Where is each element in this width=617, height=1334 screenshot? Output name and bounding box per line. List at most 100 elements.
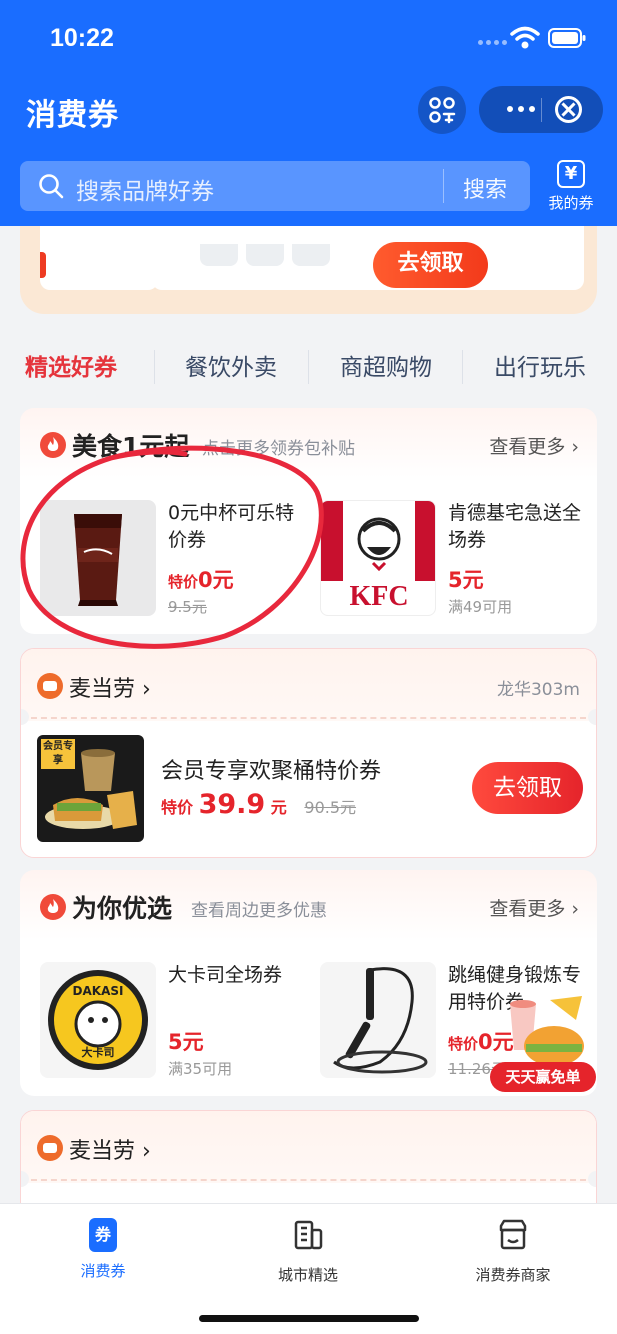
price-value: 0元 [198, 568, 234, 592]
burger-drink-icon [510, 996, 584, 1066]
cola-image [40, 500, 156, 616]
tab-shopping[interactable]: 商超购物 [340, 348, 432, 382]
price-prefix: 特价 [448, 1035, 479, 1053]
category-tabs: 精选好券 餐饮外卖 商超购物 出行玩乐 [0, 340, 617, 394]
dakasi-logo-subtext: 大卡司 [81, 1046, 115, 1059]
capsule-divider [541, 98, 542, 122]
tabbar-merchants[interactable]: 消费券商家 [433, 1212, 593, 1285]
perforation-divider [21, 1179, 596, 1181]
tabbar-label: 消费券商家 [475, 1266, 551, 1284]
deal-price: 特价 39.9 元 90.5元 [161, 789, 356, 820]
close-icon[interactable] [555, 96, 582, 123]
search-bar[interactable]: 搜索品牌好券 搜索 [20, 161, 530, 211]
deal-name: 会员专享欢聚桶特价券 [161, 759, 382, 784]
more-menu-button[interactable] [497, 94, 545, 124]
bottom-tab-bar: 券 消费券 城市精选 消费券商家 [0, 1203, 617, 1334]
notch [588, 709, 596, 725]
tab-divider [462, 350, 463, 384]
kfc-logo-text: KFC [349, 581, 409, 612]
store-name[interactable]: 麦当劳 › [69, 671, 151, 703]
dakasi-logo: DAKASI 大卡司 [40, 962, 156, 1078]
app-header: 10:22 消费券 搜索品牌好券 搜索 ¥ 我的券 [0, 0, 617, 226]
min-spend: 满35可用 [168, 1060, 233, 1078]
search-icon [39, 174, 64, 199]
price-unit: 元 [270, 798, 287, 817]
bucket-meal-image: 会员专享 [37, 735, 144, 842]
fire-icon [40, 432, 66, 458]
section-subtitle: 点击更多领券包补贴 [202, 439, 355, 459]
tabbar-city[interactable]: 城市精选 [228, 1212, 388, 1285]
original-price: 90.5元 [304, 798, 357, 817]
see-more-link[interactable]: 查看更多 › [489, 432, 579, 459]
building-icon [294, 1220, 323, 1250]
tab-featured[interactable]: 精选好券 [25, 348, 117, 382]
coupon-price: 5元 [168, 1026, 204, 1056]
jump-rope-image [320, 962, 436, 1078]
perforation-divider [21, 717, 596, 719]
coupon-price: 5元 [448, 564, 484, 594]
coupon-name: 大卡司全场券 [168, 964, 283, 986]
coupon-item[interactable]: 0元中杯可乐特价券 特价0元 9.5元 [40, 500, 320, 620]
cellular-signal-icon [478, 40, 507, 45]
section-subtitle: 查看周边更多优惠 [191, 901, 327, 921]
mcdonalds-logo-icon [37, 673, 63, 699]
banner-card-left[interactable] [40, 222, 158, 290]
my-coupons-label: 我的券 [548, 194, 594, 212]
banner-grab-button[interactable]: 去领取 [373, 242, 488, 288]
coupon-price: 特价0元 [168, 564, 234, 594]
coupon-name: 肯德基宅急送全场券 [448, 502, 582, 551]
price-value: 5元 [448, 568, 484, 592]
price-value: 39.9 [198, 789, 266, 820]
kfc-logo: KFC [320, 500, 436, 616]
tab-dining[interactable]: 餐饮外卖 [185, 348, 277, 382]
mcdonalds-logo-icon [37, 1135, 63, 1161]
dakasi-logo-text: DAKASI [72, 984, 124, 998]
search-divider [443, 169, 444, 203]
store-name[interactable]: 麦当劳 › [69, 1133, 151, 1165]
status-time: 10:22 [50, 24, 114, 52]
food-section: 美食1元起 点击更多领券包补贴 查看更多 › 0元中杯可乐特价券 特价0元 9.… [20, 408, 597, 634]
fire-icon [40, 894, 66, 920]
grab-coupon-button[interactable]: 去领取 [472, 762, 583, 814]
mini-program-capsule [479, 86, 603, 133]
search-button[interactable]: 搜索 [463, 172, 507, 204]
tab-divider [308, 350, 309, 384]
section-title: 为你优选 [72, 894, 173, 923]
price-prefix: 特价 [168, 573, 199, 591]
free-order-promo[interactable]: 天天赢免单 [490, 990, 600, 1094]
home-indicator [199, 1315, 419, 1322]
see-more-link[interactable]: 查看更多 › [489, 894, 579, 921]
my-coupons-button[interactable]: ¥ 我的券 [540, 160, 602, 216]
tabbar-coupons[interactable]: 券 消费券 [23, 1212, 183, 1281]
section-header: 为你优选 查看周边更多优惠 查看更多 › [20, 870, 597, 942]
store-card[interactable]: 麦当劳 › 龙华303m 会员专享 会员专享欢聚桶特价券 特价 39.9 元 9… [20, 648, 597, 858]
store-header: 麦当劳 › [21, 1111, 596, 1183]
banner-card-right[interactable]: 去领取 [152, 222, 584, 290]
free-order-label: 天天赢免单 [490, 1062, 596, 1092]
yen-coupon-icon: ¥ [557, 160, 585, 188]
coupon-name: 0元中杯可乐特价券 [168, 502, 295, 551]
battery-icon [548, 28, 586, 48]
original-price: 9.5元 [168, 598, 207, 616]
search-input[interactable]: 搜索品牌好券 [76, 172, 214, 206]
notch [588, 1171, 596, 1187]
section-header: 美食1元起 点击更多领券包补贴 查看更多 › [20, 408, 597, 480]
coupon-item[interactable]: DAKASI 大卡司 大卡司全场券 5元 满35可用 [40, 962, 320, 1082]
scan-button[interactable] [418, 86, 466, 134]
tabbar-label: 城市精选 [277, 1266, 338, 1284]
wifi-icon [510, 26, 540, 49]
coupon-icon: 券 [89, 1218, 117, 1252]
tabbar-label: 消费券 [80, 1262, 126, 1280]
store-icon [499, 1219, 527, 1250]
status-bar: 10:22 [0, 0, 617, 80]
min-spend: 满49可用 [448, 598, 513, 616]
price-prefix: 特价 [161, 798, 194, 817]
store-distance: 龙华303m [496, 680, 580, 700]
tab-divider [154, 350, 155, 384]
coupon-item[interactable]: KFC 肯德基宅急送全场券 5元 满49可用 [320, 500, 597, 620]
scan-icon [429, 97, 456, 124]
cups-image [200, 244, 330, 266]
price-value: 5元 [168, 1030, 204, 1054]
tab-travel[interactable]: 出行玩乐 [494, 348, 586, 382]
store-header: 麦当劳 › 龙华303m [21, 649, 596, 721]
